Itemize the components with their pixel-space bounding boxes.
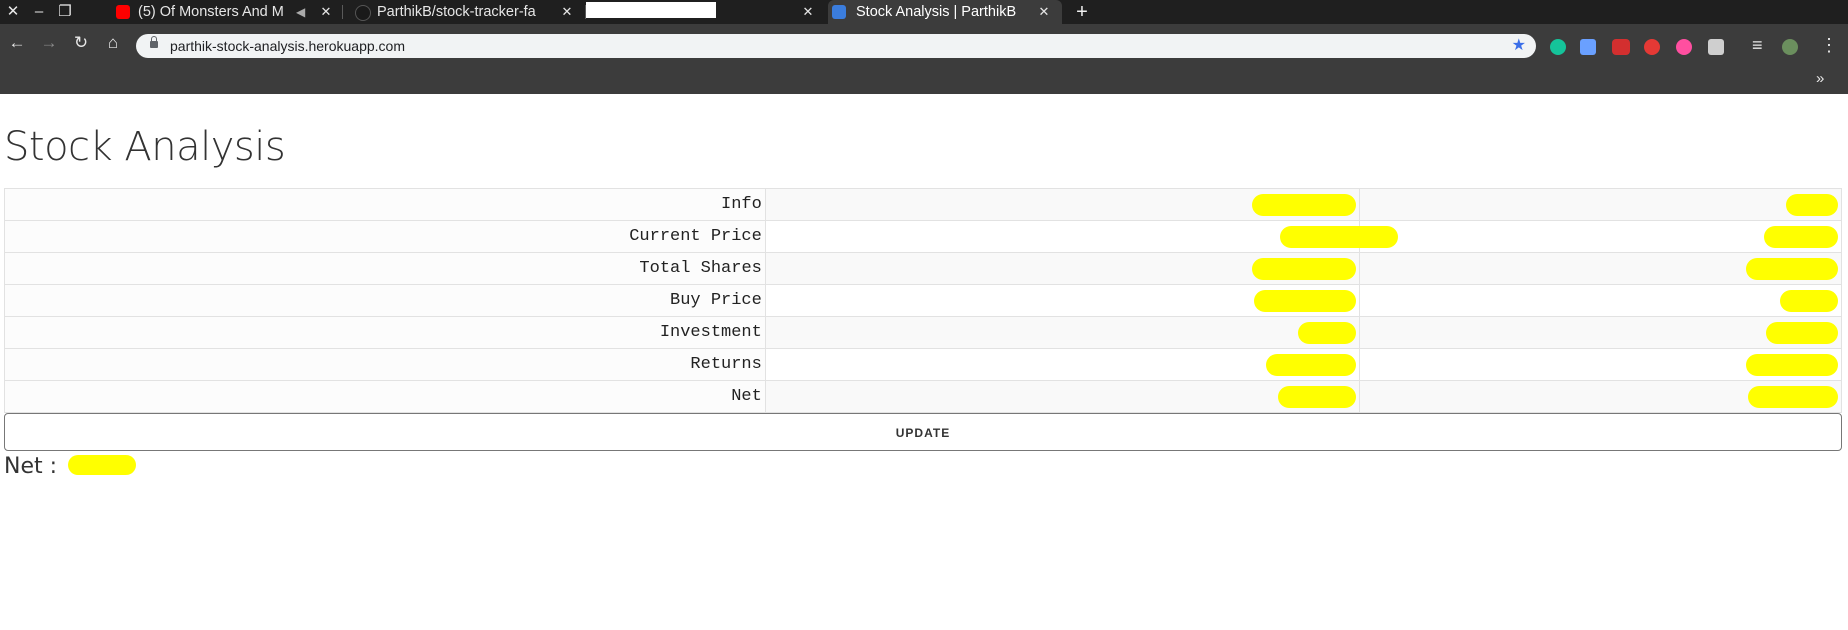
browser-toolbar: ← → ↻ ⌂ parthik-stock-analysis.herokuapp… [0,24,1848,94]
redacted-value [764,348,1361,381]
table-row: Net [4,380,1842,413]
extension-icon[interactable] [1708,39,1724,55]
redacted-value [1359,316,1842,349]
bookmarks-overflow-icon[interactable]: » [1816,70,1824,87]
reload-button[interactable]: ↻ [68,30,94,56]
moon-extension-icon[interactable] [1676,39,1692,55]
redacted-net-value [68,455,137,475]
audio-icon[interactable]: ◀ [296,0,305,24]
tab-title: Stock Analysis | ParthikB [856,4,1017,20]
tab-divider [342,5,343,19]
url-text[interactable]: parthik-stock-analysis.herokuapp.com [170,34,405,58]
redacted-value [1359,348,1842,381]
stop-hand-icon[interactable] [1644,39,1660,55]
tab-close-icon[interactable]: ✕ [800,0,816,24]
row-label: Total Shares [4,252,766,285]
back-button[interactable]: ← [4,30,30,56]
chart-icon [832,5,846,19]
row-label: Investment [4,316,766,349]
row-label: Buy Price [4,284,766,317]
address-bar[interactable]: parthik-stock-analysis.herokuapp.com ★ [136,34,1536,58]
tab-close-icon[interactable]: ✕ [1036,0,1052,24]
redacted-value [1359,220,1842,253]
new-tab-button[interactable]: + [1072,0,1092,24]
profile-avatar[interactable] [1782,39,1798,55]
home-button[interactable]: ⌂ [100,30,126,56]
net-summary: Net : [4,454,137,479]
tab-redacted[interactable]: ✕ [586,0,828,24]
youtube-icon [116,5,130,19]
bookmark-star-icon[interactable]: ★ [1512,34,1526,58]
page-title: Stock Analysis [4,124,286,170]
tab-close-icon[interactable]: ✕ [559,0,575,24]
tab-close-icon[interactable]: ✕ [318,0,334,24]
redacted-value [1359,252,1842,285]
forward-button[interactable]: → [36,30,62,56]
net-label: Net : [4,454,58,479]
minimize-window-icon[interactable]: – [26,0,52,24]
table-row: Buy Price [4,284,1842,317]
menu-icon[interactable]: ⋮ [1820,32,1838,58]
tab-youtube[interactable]: (5) Of Monsters And M ◀ ✕ [100,0,340,24]
tab-github[interactable]: ParthikB/stock-tracker-fa ✕ [345,0,585,24]
table-row: Investment [4,316,1842,349]
row-label: Net [4,380,766,413]
redacted-value [1359,188,1842,221]
close-window-icon[interactable]: ✕ [0,0,26,24]
update-button[interactable]: UPDATE [4,413,1842,451]
redacted-value [764,252,1361,285]
redacted-value [1359,380,1842,413]
tab-stock-analysis[interactable]: Stock Analysis | ParthikB ✕ [828,0,1062,24]
lock-icon [150,36,158,48]
redacted-value [764,316,1361,349]
page-content: Stock Analysis Info Current Price Total … [0,94,1848,630]
grammarly-icon[interactable] [1550,39,1566,55]
table-row: Current Price [4,220,1842,253]
redacted-value [764,188,1361,221]
redacted-tab-title [586,2,716,18]
redacted-value [764,284,1361,317]
media-queue-icon[interactable]: ≡ [1752,32,1763,58]
tab-title: (5) Of Monsters And M [138,4,284,20]
row-label: Current Price [4,220,766,253]
redacted-value [764,380,1361,413]
gem-extension-icon[interactable] [1580,39,1596,55]
restore-window-icon[interactable]: ❐ [52,0,78,24]
redacted-value [764,220,1399,253]
tab-title: ParthikB/stock-tracker-fa [377,4,536,20]
table-row: Info [4,188,1842,221]
table-row: Total Shares [4,252,1842,285]
redacted-value [1359,284,1842,317]
row-label: Info [4,188,766,221]
table-row: Returns [4,348,1842,381]
tab-strip: ✕ – ❐ (5) Of Monsters And M ◀ ✕ ParthikB… [0,0,1848,24]
stock-table: Info Current Price Total Shares Buy Pric… [4,188,1842,413]
adblock-plus-icon[interactable] [1612,39,1630,55]
github-icon [355,5,371,21]
row-label: Returns [4,348,766,381]
